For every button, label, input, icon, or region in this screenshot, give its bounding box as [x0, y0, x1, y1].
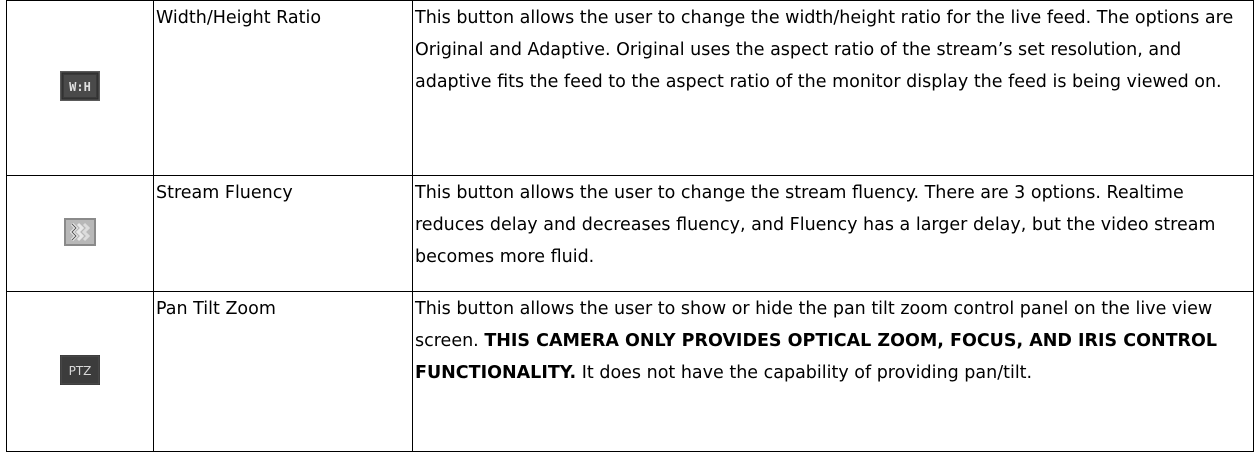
icon-cell: PTZ	[6, 291, 154, 452]
table-row: Stream Fluency This button allows the us…	[6, 175, 1254, 292]
name-cell: Stream Fluency	[153, 175, 413, 292]
table-row: PTZ Pan Tilt Zoom This button allows the…	[6, 291, 1254, 452]
name-cell: Pan Tilt Zoom	[153, 291, 413, 452]
description-text: It does not have the capability of provi…	[576, 363, 1033, 383]
icon-cell	[6, 175, 154, 292]
stream-fluency-icon	[64, 217, 96, 250]
description-text: This button allows the user to change th…	[415, 183, 1216, 267]
wh-icon-label: W:H	[69, 80, 91, 94]
desc-cell: This button allows the user to change th…	[412, 175, 1254, 292]
name-cell: Width/Height Ratio	[153, 0, 413, 176]
wh-ratio-icon: W:H	[60, 71, 100, 105]
ptz-icon-label: PTZ	[69, 364, 92, 378]
control-name: Pan Tilt Zoom	[156, 299, 276, 319]
description-text: This button allows the user to change th…	[415, 8, 1234, 92]
control-description: This button allows the user to show or h…	[415, 293, 1253, 389]
control-name: Width/Height Ratio	[156, 8, 322, 28]
icon-cell: W:H	[6, 0, 154, 176]
table-row: W:H Width/Height Ratio This button allow…	[6, 0, 1254, 176]
desc-cell: This button allows the user to change th…	[412, 0, 1254, 176]
control-description: This button allows the user to change th…	[415, 2, 1253, 98]
ptz-icon: PTZ	[60, 354, 100, 389]
desc-cell: This button allows the user to show or h…	[412, 291, 1254, 452]
control-name: Stream Fluency	[156, 183, 293, 203]
controls-table: W:H Width/Height Ratio This button allow…	[6, 0, 1254, 452]
control-description: This button allows the user to change th…	[415, 177, 1253, 273]
